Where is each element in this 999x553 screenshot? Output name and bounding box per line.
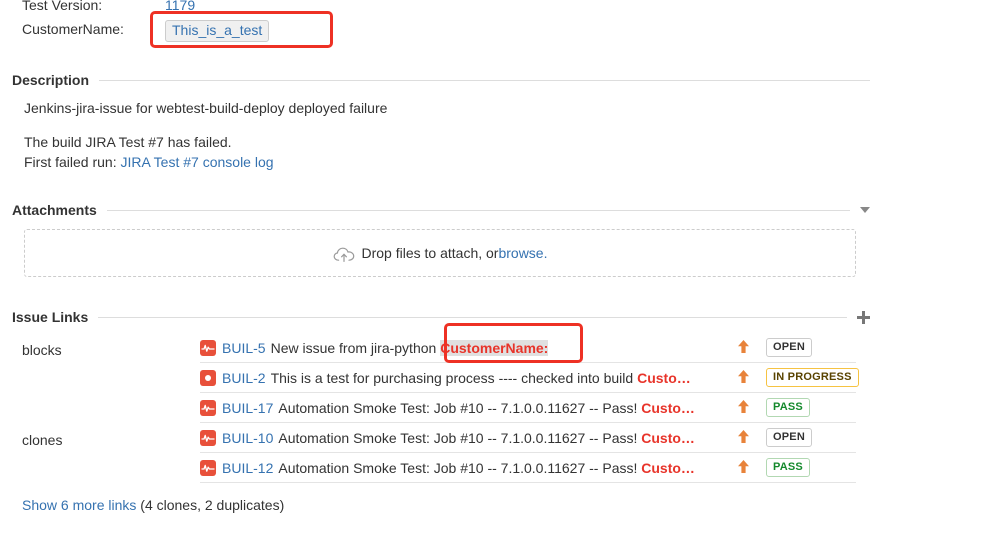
issue-link-summary: This is a test for purchasing process --… [270, 369, 691, 386]
issue-detail-page: Test Version: 1179 CustomerName: This_is… [0, 0, 999, 553]
description-build-block: The build JIRA Test #7 has failed. First… [24, 132, 878, 172]
status-badge[interactable]: IN PROGRESS [766, 368, 859, 387]
arrow-up-icon [737, 459, 750, 474]
issue-link-key[interactable]: BUIL-12 [222, 460, 273, 476]
description-line-1: Jenkins-jira-issue for webtest-build-dep… [24, 100, 388, 116]
issue-link-key[interactable]: BUIL-5 [222, 340, 266, 356]
description-body: Jenkins-jira-issue for webtest-build-dep… [0, 88, 878, 172]
issue-links-header: Issue Links [0, 309, 878, 325]
arrow-up-icon [737, 369, 750, 384]
show-more-links-button[interactable]: Show 6 more links [22, 497, 136, 513]
description-header: Description [0, 72, 878, 88]
description-line-3-prefix: First failed run: [24, 154, 121, 170]
issue-link-summary: Automation Smoke Test: Job #10 -- 7.1.0.… [278, 459, 695, 476]
description-title: Description [12, 72, 90, 88]
issue-link-customer-name: Custo… [641, 429, 695, 446]
arrow-up-icon [737, 429, 750, 444]
issue-link-group-label: blocks [22, 342, 62, 358]
chevron-down-icon[interactable] [860, 207, 870, 213]
attachments-section: Attachments Drop files to attach, or bro… [0, 202, 878, 277]
show-more-links-row: Show 6 more links (4 clones, 2 duplicate… [0, 483, 878, 513]
bug-pulse-icon [200, 339, 216, 356]
status-badge[interactable]: OPEN [766, 428, 812, 447]
issue-links-body: blocks BUIL-5 New issue from jira-python C… [0, 325, 878, 483]
issue-link-row: BUIL-10 Automation Smoke Test: Job #10 --… [200, 423, 856, 453]
issue-link-customer-name: Custo… [641, 399, 695, 416]
issue-link-rows: BUIL-5 New issue from jira-python Custome… [200, 333, 878, 423]
bug-pulse-icon [200, 429, 216, 446]
bug-pulse-icon [200, 399, 216, 416]
priority-cell [726, 339, 760, 357]
add-issue-link-button[interactable] [847, 310, 870, 324]
issue-link-customer-name: Custo… [641, 459, 695, 476]
status-badge[interactable]: OPEN [766, 338, 812, 357]
issue-link-rows: BUIL-10 Automation Smoke Test: Job #10 --… [200, 423, 878, 483]
field-label-customer-name: CustomerName: [22, 21, 124, 37]
show-more-links-suffix: (4 clones, 2 duplicates) [136, 497, 285, 513]
status-cell: OPEN [760, 338, 856, 357]
priority-cell [726, 369, 760, 387]
arrow-up-icon [737, 339, 750, 354]
arrow-up-icon [737, 399, 750, 414]
description-line-2: The build JIRA Test #7 has failed. [24, 134, 232, 150]
issue-link-group: blocks BUIL-5 New issue from jira-python C… [0, 333, 878, 423]
browse-link[interactable]: browse. [498, 245, 547, 261]
description-divider [99, 79, 870, 81]
issue-link-group: clones BUIL-10 Automation Smoke Test: Job … [0, 423, 878, 483]
attachments-dropzone[interactable]: Drop files to attach, or browse. [24, 229, 856, 277]
attachments-divider [106, 209, 850, 211]
status-badge[interactable]: PASS [766, 398, 810, 417]
attachments-title: Attachments [12, 202, 97, 218]
issue-link-key[interactable]: BUIL-2 [222, 370, 266, 386]
status-cell: PASS [760, 458, 856, 477]
status-cell: IN PROGRESS [760, 368, 859, 387]
issue-links-title: Issue Links [12, 309, 89, 325]
cloud-upload-icon [333, 246, 355, 264]
field-row-customer-name: CustomerName: This_is_a_test [0, 20, 270, 42]
priority-cell [726, 429, 760, 447]
issue-link-customer-name: CustomerName: [440, 339, 549, 356]
test-version-link[interactable]: 1179 [165, 0, 195, 13]
plus-icon[interactable] [857, 310, 870, 324]
issue-link-summary: New issue from jira-python CustomerName: [270, 339, 549, 356]
priority-cell [726, 459, 760, 477]
field-value-customer-name: This_is_a_test [165, 20, 270, 42]
issue-link-key[interactable]: BUIL-17 [222, 400, 273, 416]
status-badge[interactable]: PASS [766, 458, 810, 477]
issue-link-row: BUIL-17 Automation Smoke Test: Job #10 --… [200, 393, 856, 423]
field-value-test-version: 1179 [165, 0, 195, 14]
bug-pulse-icon [200, 459, 216, 476]
issue-links-section: Issue Links blocks BUIL-5 New issue from j… [0, 309, 878, 513]
attachments-collapse-button[interactable] [850, 207, 870, 213]
priority-cell [726, 399, 760, 417]
status-cell: OPEN [760, 428, 856, 447]
issue-link-row: BUIL-2 This is a test for purchasing proc… [200, 363, 859, 393]
field-label-test-version: Test Version: [22, 0, 103, 13]
console-log-link[interactable]: JIRA Test #7 console log [120, 154, 273, 170]
issue-link-group-label: clones [22, 432, 63, 448]
issue-link-summary: Automation Smoke Test: Job #10 -- 7.1.0.… [278, 429, 695, 446]
status-cell: PASS [760, 398, 856, 417]
dropzone-text: Drop files to attach, or [361, 245, 499, 261]
issue-link-key[interactable]: BUIL-10 [222, 430, 273, 446]
attachments-header: Attachments [0, 202, 878, 218]
issue-link-summary: Automation Smoke Test: Job #10 -- 7.1.0.… [278, 399, 695, 416]
issue-link-row: BUIL-12 Automation Smoke Test: Job #10 --… [200, 453, 856, 483]
description-section: Description Jenkins-jira-issue for webte… [0, 72, 878, 172]
bug-dot-icon [200, 369, 216, 386]
field-row-test-version: Test Version: 1179 [0, 0, 195, 14]
issue-links-divider [98, 316, 847, 318]
customer-name-chip[interactable]: This_is_a_test [165, 20, 270, 42]
issue-link-customer-name: Custo… [637, 369, 691, 386]
issue-link-row: BUIL-5 New issue from jira-python Custome… [200, 333, 856, 363]
